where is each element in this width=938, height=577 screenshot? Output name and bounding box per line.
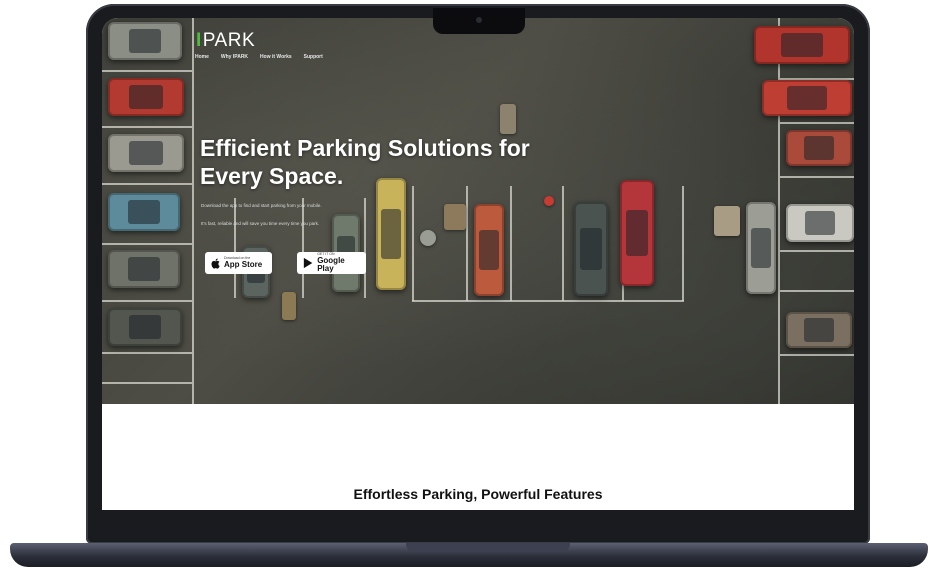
parking-line [780,122,854,124]
parked-car [786,312,852,348]
parked-car [108,308,182,346]
nav-item-support[interactable]: Support [304,54,323,60]
parking-line [778,18,780,404]
parking-line [234,198,236,298]
parking-line [102,243,192,245]
nav-item-how-it-works[interactable]: How it Works [260,54,292,60]
parking-line [102,352,192,354]
parked-car [108,250,180,288]
parking-line [102,300,192,302]
parked-car [746,202,776,294]
parking-line [102,183,192,185]
parking-line [780,290,854,292]
parked-car [754,26,850,64]
google-play-button[interactable]: GET IT ON Google Play [297,252,366,274]
manhole [420,230,436,246]
parking-line [192,18,194,404]
parking-kiosk [444,204,466,230]
parking-line [102,126,192,128]
parking-line [780,176,854,178]
parking-line [466,186,468,301]
camera-notch [433,8,525,34]
parked-car [574,202,608,296]
parked-car [108,78,184,116]
main-nav: Home Why IPARK How it Works Support [195,54,323,60]
trackpad-groove [406,543,570,552]
hydrant [544,196,554,206]
laptop-base [10,543,928,567]
hero-subtext-1: Download the app to find and start parki… [201,203,322,208]
logo-mark-icon: I [196,30,202,51]
app-store-button[interactable]: Download on the App Store [205,252,272,274]
website-screen: I PARK Home Why IPARK How it Works Suppo… [102,18,854,510]
parked-car [786,130,852,166]
parking-line [412,300,684,302]
nav-item-why-ipark[interactable]: Why IPARK [221,54,248,60]
parked-car [108,22,182,60]
parking-line [412,186,414,301]
hero-subtext-2: It's fast, reliable and will save you ti… [201,221,320,226]
hero-headline: Efficient Parking Solutions for Every Sp… [200,135,530,189]
brand-logo[interactable]: I PARK [196,30,255,52]
parking-kiosk [282,292,296,320]
parking-line [780,250,854,252]
google-play-label: Google Play [317,255,345,273]
parking-line [364,198,366,298]
parked-car [474,204,504,296]
parking-kiosk [714,206,740,236]
parking-line [510,186,512,301]
parking-line [102,382,192,384]
parked-car [376,178,406,290]
parking-kiosk [500,104,516,134]
parked-car [620,180,654,286]
parked-car [762,80,852,116]
play-store-icon [303,257,313,269]
nav-item-home[interactable]: Home [195,54,209,60]
hero-section: I PARK Home Why IPARK How it Works Suppo… [102,18,854,404]
app-store-label: App Store [224,259,263,269]
parking-line [780,354,854,356]
logo-text: PARK [202,30,256,51]
parked-car [108,134,184,172]
parking-line [102,70,192,72]
parking-line [562,186,564,301]
parking-line [682,186,684,301]
apple-icon [211,258,220,269]
features-title: Effortless Parking, Powerful Features [353,486,603,502]
camera-icon [476,17,482,23]
parked-car [108,193,180,231]
parking-line [302,198,304,298]
parked-car [786,204,854,242]
